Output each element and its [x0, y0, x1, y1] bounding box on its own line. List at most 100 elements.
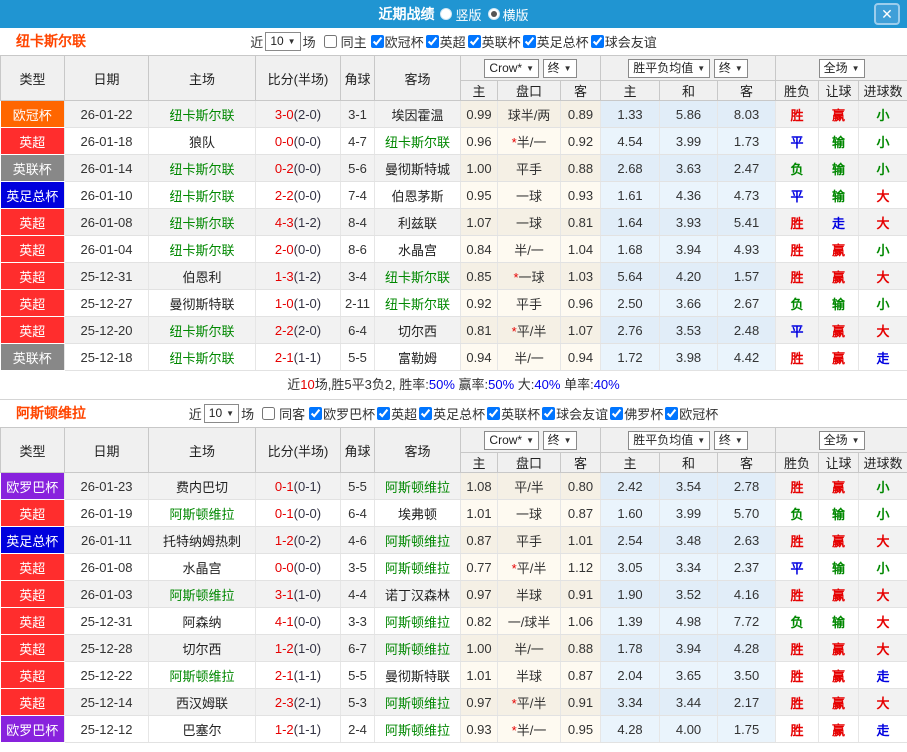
avg-odds-select[interactable]: 胜平负均值 ▼ — [628, 58, 711, 78]
asian-home-odds: 1.08 — [460, 472, 498, 500]
asian-odds-header: Crow* ▼ 终 ▼ — [459, 55, 602, 81]
euro-home-odds: 1.90 — [600, 580, 661, 608]
odds-stage-select[interactable]: 终 ▼ — [542, 58, 577, 78]
league-checkbox[interactable] — [542, 407, 556, 420]
newcastle-summary: 近10场,胜5平3负2, 胜率:50% 赢率:50% 大:40% 单率:40% — [0, 371, 907, 399]
league-checkbox-item[interactable]: 欧冠杯 — [369, 32, 424, 51]
asian-away-odds: 1.01 — [560, 526, 602, 554]
league-checkbox[interactable] — [425, 35, 439, 48]
asian-home-odds: 1.01 — [460, 499, 498, 527]
away-team: 阿斯顿维拉 — [374, 688, 461, 716]
league-checkbox[interactable] — [610, 407, 624, 420]
league-checkbox-item[interactable]: 佛罗杯 — [608, 404, 663, 423]
radio-horizontal-icon[interactable] — [487, 8, 500, 20]
league-checkbox-item[interactable]: 英超 — [375, 404, 417, 423]
home-team: 纽卡斯尔联 — [148, 100, 256, 128]
home-team: 纽卡斯尔联 — [148, 235, 256, 263]
match-count-select[interactable]: 10 ▼ — [265, 32, 301, 51]
handicap-value: 平手 — [515, 296, 542, 312]
home-team: 狼队 — [148, 127, 256, 155]
asian-home-odds: 1.00 — [460, 634, 498, 662]
euro-away-odds: 1.75 — [717, 715, 777, 743]
bookmaker-select[interactable]: Crow* ▼ — [484, 430, 540, 450]
match-date: 26-01-08 — [64, 553, 149, 581]
match-date: 25-12-18 — [64, 343, 149, 371]
league-checkbox[interactable] — [419, 407, 433, 420]
matches-label: 场 — [302, 35, 316, 50]
handicap-value: 一球 — [515, 215, 542, 231]
league-checkbox[interactable] — [309, 407, 323, 420]
league-checkbox[interactable] — [487, 407, 501, 420]
league-checkbox-item[interactable]: 球会友谊 — [540, 404, 608, 423]
euro-home-odds: 2.04 — [600, 661, 661, 689]
euro-away-odds: 5.70 — [717, 499, 777, 527]
match-row: 英超 26-01-08 水晶宫 0-0(0-0) 3-5 阿斯顿维拉 0.77 … — [0, 553, 907, 581]
euro-away-odds: 2.78 — [717, 472, 777, 500]
league-checkbox-item[interactable]: 球会友谊 — [589, 32, 657, 51]
asian-handicap: 半球 — [497, 580, 561, 608]
euro-stage-select[interactable]: 终 ▼ — [713, 430, 748, 450]
handicap-result-cell: 赢 — [818, 472, 860, 500]
league-checkbox-item[interactable]: 欧罗巴杯 — [307, 404, 375, 423]
match-row: 英联杯 26-01-14 纽卡斯尔联 0-2(0-0) 5-6 曼彻斯特城 1.… — [0, 154, 907, 182]
league-checkbox-item[interactable]: 英足总杯 — [521, 32, 589, 51]
league-checkbox[interactable] — [467, 35, 481, 48]
league-checkbox-item[interactable]: 英足总杯 — [417, 404, 485, 423]
away-team: 埃弗顿 — [374, 499, 461, 527]
league-checkbox[interactable] — [377, 407, 391, 420]
goals-result-cell: 大 — [858, 262, 907, 290]
league-checkbox[interactable] — [665, 407, 679, 420]
close-icon[interactable]: ✕ — [874, 3, 900, 25]
radio-vertical-label[interactable]: 竖版 — [455, 5, 481, 24]
match-row: 英超 26-01-04 纽卡斯尔联 2-0(0-0) 8-6 水晶宫 0.84 … — [0, 235, 907, 263]
fulltime-score: 2-3 — [274, 694, 294, 710]
euro-draw-odds: 3.65 — [659, 661, 719, 689]
team-name-newcastle: 纽卡斯尔联 — [16, 33, 86, 49]
radio-vertical-icon[interactable] — [440, 8, 453, 20]
euro-stage-select[interactable]: 终 ▼ — [713, 58, 748, 78]
radio-vertical-layout[interactable]: 竖版 — [440, 5, 482, 24]
result-cell: 负 — [775, 289, 820, 317]
same-home-checkbox[interactable] — [323, 35, 337, 48]
handicap-value: 半/一 — [514, 641, 544, 657]
corner-score: 5-6 — [340, 154, 375, 182]
euro-away-odds: 4.16 — [717, 580, 777, 608]
euro-draw-odds: 4.98 — [659, 607, 719, 635]
scope-select[interactable]: 全场 ▼ — [818, 58, 865, 78]
odds-stage-select[interactable]: 终 ▼ — [542, 430, 577, 450]
league-checkbox[interactable] — [370, 35, 384, 48]
sub-euro-away: 客 — [717, 452, 777, 473]
league-label: 球会友谊 — [556, 407, 609, 422]
league-checkbox-item[interactable]: 英联杯 — [485, 404, 540, 423]
euro-draw-odds: 3.54 — [659, 472, 719, 500]
result-cell: 胜 — [775, 526, 820, 554]
scope-select[interactable]: 全场 ▼ — [818, 430, 865, 450]
league-checkbox-item[interactable]: 英超 — [424, 32, 466, 51]
euro-home-odds: 1.64 — [600, 208, 661, 236]
asian-away-odds: 0.87 — [560, 499, 602, 527]
corner-score: 3-4 — [340, 262, 375, 290]
league-checkbox[interactable] — [590, 35, 604, 48]
radio-horizontal-layout[interactable]: 横版 — [487, 5, 529, 24]
home-team: 曼彻斯特联 — [148, 289, 256, 317]
league-checkbox-item[interactable]: 英联杯 — [466, 32, 521, 51]
sub-handicap: 盘口 — [497, 80, 561, 101]
asian-home-odds: 1.07 — [460, 208, 498, 236]
fulltime-score: 0-2 — [274, 160, 294, 176]
halftime-score: (0-0) — [293, 559, 322, 575]
fulltime-score: 0-0 — [274, 559, 294, 575]
match-row: 英超 25-12-20 纽卡斯尔联 2-2(2-0) 6-4 切尔西 0.81 … — [0, 316, 907, 344]
match-date: 26-01-18 — [64, 127, 149, 155]
match-count-select[interactable]: 10 ▼ — [203, 404, 240, 423]
league-checkbox[interactable] — [522, 35, 536, 48]
avg-odds-select[interactable]: 胜平负均值 ▼ — [628, 430, 711, 450]
league-checkbox-item[interactable]: 欧冠杯 — [663, 404, 718, 423]
bookmaker-select[interactable]: Crow* ▼ — [484, 58, 540, 78]
fulltime-score: 1-3 — [274, 268, 294, 284]
same-away-checkbox[interactable] — [262, 407, 276, 420]
league-label: 英足总杯 — [536, 35, 589, 50]
result-cell: 负 — [775, 499, 820, 527]
radio-horizontal-label[interactable]: 横版 — [503, 5, 529, 24]
halftime-score: (1-0) — [293, 640, 322, 656]
result-cell: 胜 — [775, 208, 820, 236]
